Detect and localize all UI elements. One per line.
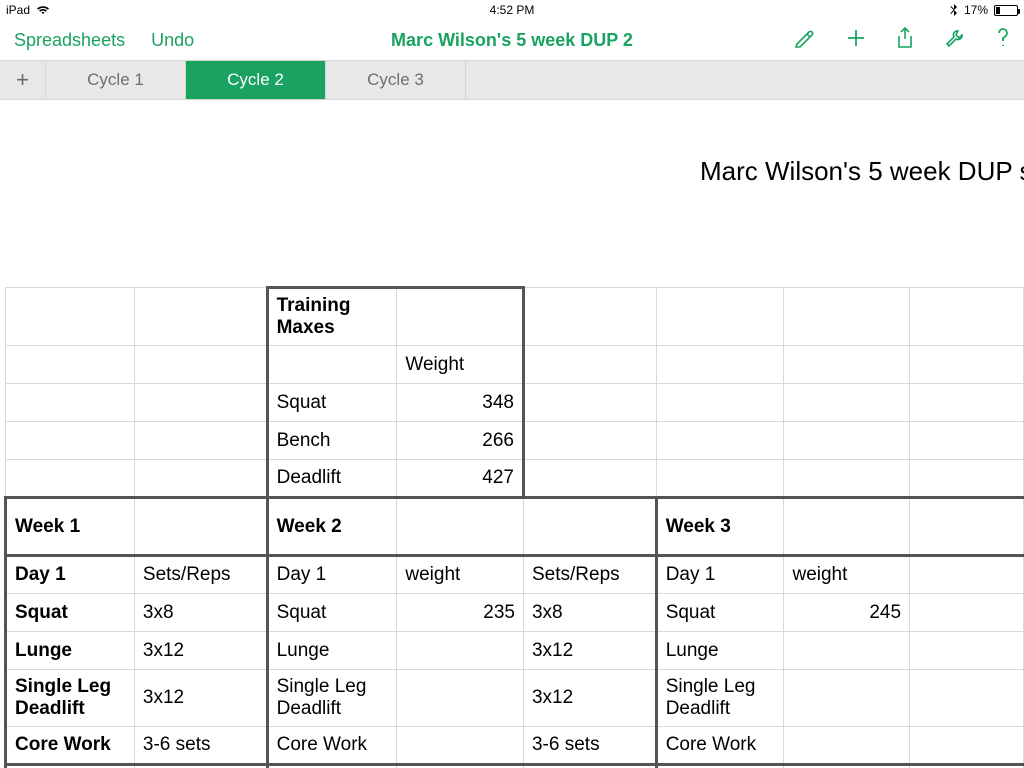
cell[interactable]: 3x8 bbox=[523, 594, 656, 632]
sheet-tab-bar: + Cycle 1 Cycle 2 Cycle 3 bbox=[0, 60, 1024, 100]
cell-week3[interactable]: Week 3 bbox=[656, 498, 784, 556]
sheet-canvas[interactable]: Marc Wilson's 5 week DUP str Training Ma… bbox=[0, 100, 1024, 768]
cell-w2-sets[interactable]: Sets/Reps bbox=[523, 556, 656, 594]
cell-week1[interactable]: Week 1 bbox=[6, 498, 135, 556]
clock: 4:52 PM bbox=[490, 3, 535, 17]
cell[interactable]: Sets/Reps bbox=[523, 765, 656, 768]
cell-w1-sets[interactable]: Sets/Reps bbox=[134, 556, 267, 594]
cell-training-maxes[interactable]: Training Maxes bbox=[267, 288, 397, 346]
undo-button[interactable]: Undo bbox=[151, 30, 194, 51]
cell[interactable]: Lunge bbox=[6, 632, 135, 670]
tab-cycle-1[interactable]: Cycle 1 bbox=[46, 61, 186, 99]
tab-cycle-2[interactable]: Cycle 2 bbox=[186, 61, 326, 99]
cell[interactable]: Core Work bbox=[656, 727, 784, 765]
cell[interactable]: 245 bbox=[784, 594, 910, 632]
cell[interactable]: weight bbox=[397, 765, 524, 768]
cell-tm-deadlift[interactable]: Deadlift bbox=[267, 460, 397, 498]
cell[interactable]: Squat bbox=[656, 594, 784, 632]
cell[interactable] bbox=[397, 670, 524, 727]
share-icon[interactable] bbox=[896, 27, 914, 54]
wifi-icon bbox=[36, 5, 50, 15]
cell[interactable]: 3-6 sets bbox=[523, 727, 656, 765]
cell-week2[interactable]: Week 2 bbox=[267, 498, 397, 556]
cell-w1-day2[interactable]: Day 2 bbox=[6, 765, 135, 768]
cell[interactable]: 3-6 sets bbox=[134, 727, 267, 765]
spreadsheets-button[interactable]: Spreadsheets bbox=[14, 30, 125, 51]
spreadsheet-table[interactable]: Training Maxes Weight Squat 348 Bench 26… bbox=[4, 286, 1024, 768]
cell-w2-weight[interactable]: weight bbox=[397, 556, 524, 594]
document-title: Marc Wilson's 5 week DUP 2 bbox=[391, 30, 633, 51]
add-tab-button[interactable]: + bbox=[0, 61, 46, 99]
cell[interactable]: 3x8 bbox=[134, 594, 267, 632]
cell[interactable]: Single Leg Deadlift bbox=[6, 670, 135, 727]
cell[interactable]: Single Leg Deadlift bbox=[656, 670, 784, 727]
bluetooth-icon bbox=[950, 4, 958, 17]
wrench-icon[interactable] bbox=[944, 28, 966, 53]
cell[interactable]: 3x12 bbox=[523, 632, 656, 670]
cell[interactable] bbox=[784, 632, 910, 670]
cell-w3-day2[interactable]: Day 2 bbox=[656, 765, 784, 768]
cell[interactable] bbox=[784, 670, 910, 727]
cell[interactable]: 3x12 bbox=[134, 670, 267, 727]
cell-w2-day1[interactable]: Day 1 bbox=[267, 556, 397, 594]
cell-w1-day1[interactable]: Day 1 bbox=[6, 556, 135, 594]
cell[interactable]: Lunge bbox=[267, 632, 397, 670]
cell[interactable]: Core Work bbox=[6, 727, 135, 765]
cell[interactable]: Sets/Reps bbox=[134, 765, 267, 768]
sheet-title: Marc Wilson's 5 week DUP str bbox=[700, 156, 1024, 187]
cell-tm-bench-val[interactable]: 266 bbox=[397, 422, 524, 460]
help-icon[interactable] bbox=[996, 27, 1010, 54]
cell-tm-squat[interactable]: Squat bbox=[267, 384, 397, 422]
cell[interactable]: Squat bbox=[267, 594, 397, 632]
cell[interactable]: Core Work bbox=[267, 727, 397, 765]
plus-icon[interactable] bbox=[846, 28, 866, 53]
cell[interactable]: Single Leg Deadlift bbox=[267, 670, 397, 727]
battery-percent: 17% bbox=[964, 3, 988, 17]
cell-w3-day1[interactable]: Day 1 bbox=[656, 556, 784, 594]
paint-icon[interactable] bbox=[794, 28, 816, 53]
tab-cycle-3[interactable]: Cycle 3 bbox=[326, 61, 466, 99]
cell[interactable]: 3x12 bbox=[134, 632, 267, 670]
cell-tm-squat-val[interactable]: 348 bbox=[397, 384, 524, 422]
device-label: iPad bbox=[6, 3, 30, 17]
cell[interactable]: 3x12 bbox=[523, 670, 656, 727]
cell-w2-day2[interactable]: Day 2 bbox=[267, 765, 397, 768]
cell-tm-deadlift-val[interactable]: 427 bbox=[397, 460, 524, 498]
cell[interactable] bbox=[397, 632, 524, 670]
cell-w3-weight[interactable]: weight bbox=[784, 556, 910, 594]
cell-weight-header[interactable]: Weight bbox=[397, 346, 524, 384]
cell[interactable]: Lunge bbox=[656, 632, 784, 670]
ios-status-bar: iPad 4:52 PM 17% bbox=[0, 0, 1024, 20]
cell[interactable]: Squat bbox=[6, 594, 135, 632]
cell[interactable]: weight bbox=[784, 765, 910, 768]
app-toolbar: Spreadsheets Undo Marc Wilson's 5 week D… bbox=[0, 20, 1024, 60]
battery-icon bbox=[994, 5, 1018, 16]
cell[interactable] bbox=[397, 727, 524, 765]
cell-tm-bench[interactable]: Bench bbox=[267, 422, 397, 460]
cell[interactable] bbox=[784, 727, 910, 765]
cell[interactable]: 235 bbox=[397, 594, 524, 632]
